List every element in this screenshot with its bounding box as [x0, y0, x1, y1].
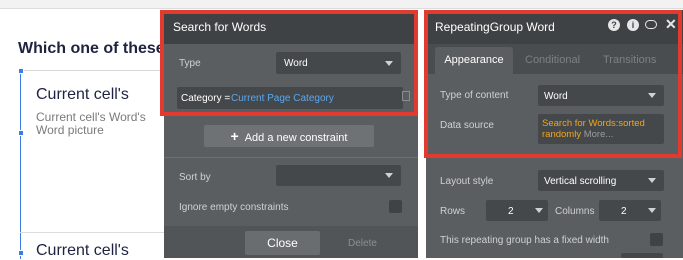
chevron-down-icon — [648, 178, 656, 183]
fixed-width-checkbox[interactable] — [650, 233, 663, 246]
highlight-box-search — [160, 10, 418, 116]
highlight-box-rg — [424, 10, 682, 158]
cell-subtitle[interactable]: Current cell's Word's Word picture — [36, 111, 164, 139]
cell-title[interactable]: Current cell's — [36, 86, 129, 104]
resize-handle[interactable] — [18, 68, 24, 74]
resize-handle[interactable] — [18, 250, 24, 256]
columns-label: Columns — [555, 206, 595, 217]
resize-handle[interactable] — [18, 130, 24, 136]
add-constraint-button[interactable]: + Add a new constraint — [204, 125, 374, 147]
layout-style-dropdown[interactable]: Vertical scrolling — [538, 170, 664, 191]
delete-button[interactable]: Delete — [348, 238, 377, 249]
rows-label: Rows — [440, 206, 466, 217]
question-heading: Which one of these — [18, 40, 163, 57]
chevron-down-icon — [648, 208, 656, 213]
cell-title[interactable]: Current cell's — [36, 242, 129, 260]
sort-by-dropdown[interactable] — [276, 165, 401, 186]
rows-value: 2 — [508, 206, 514, 217]
rows-dropdown[interactable]: 2 — [486, 200, 548, 221]
ignore-empty-checkbox[interactable] — [389, 200, 402, 213]
canvas-top-bar — [0, 0, 683, 9]
columns-value: 2 — [621, 206, 627, 217]
close-button[interactable]: Close — [245, 231, 320, 255]
chevron-down-icon — [535, 208, 543, 213]
sort-by-label: Sort by — [179, 172, 211, 183]
divider — [164, 157, 418, 158]
add-constraint-label: Add a new constraint — [244, 132, 348, 144]
cell-divider — [20, 232, 165, 233]
next-dropdown[interactable] — [621, 253, 663, 258]
fixed-width-label: This repeating group has a fixed width — [440, 235, 609, 246]
plus-icon: + — [230, 128, 239, 144]
ignore-empty-label: Ignore empty constraints — [179, 202, 289, 213]
columns-dropdown[interactable]: 2 — [599, 200, 661, 221]
layout-style-label: Layout style — [440, 176, 494, 187]
chevron-down-icon — [385, 173, 393, 178]
layout-style-value: Vertical scrolling — [544, 176, 617, 187]
